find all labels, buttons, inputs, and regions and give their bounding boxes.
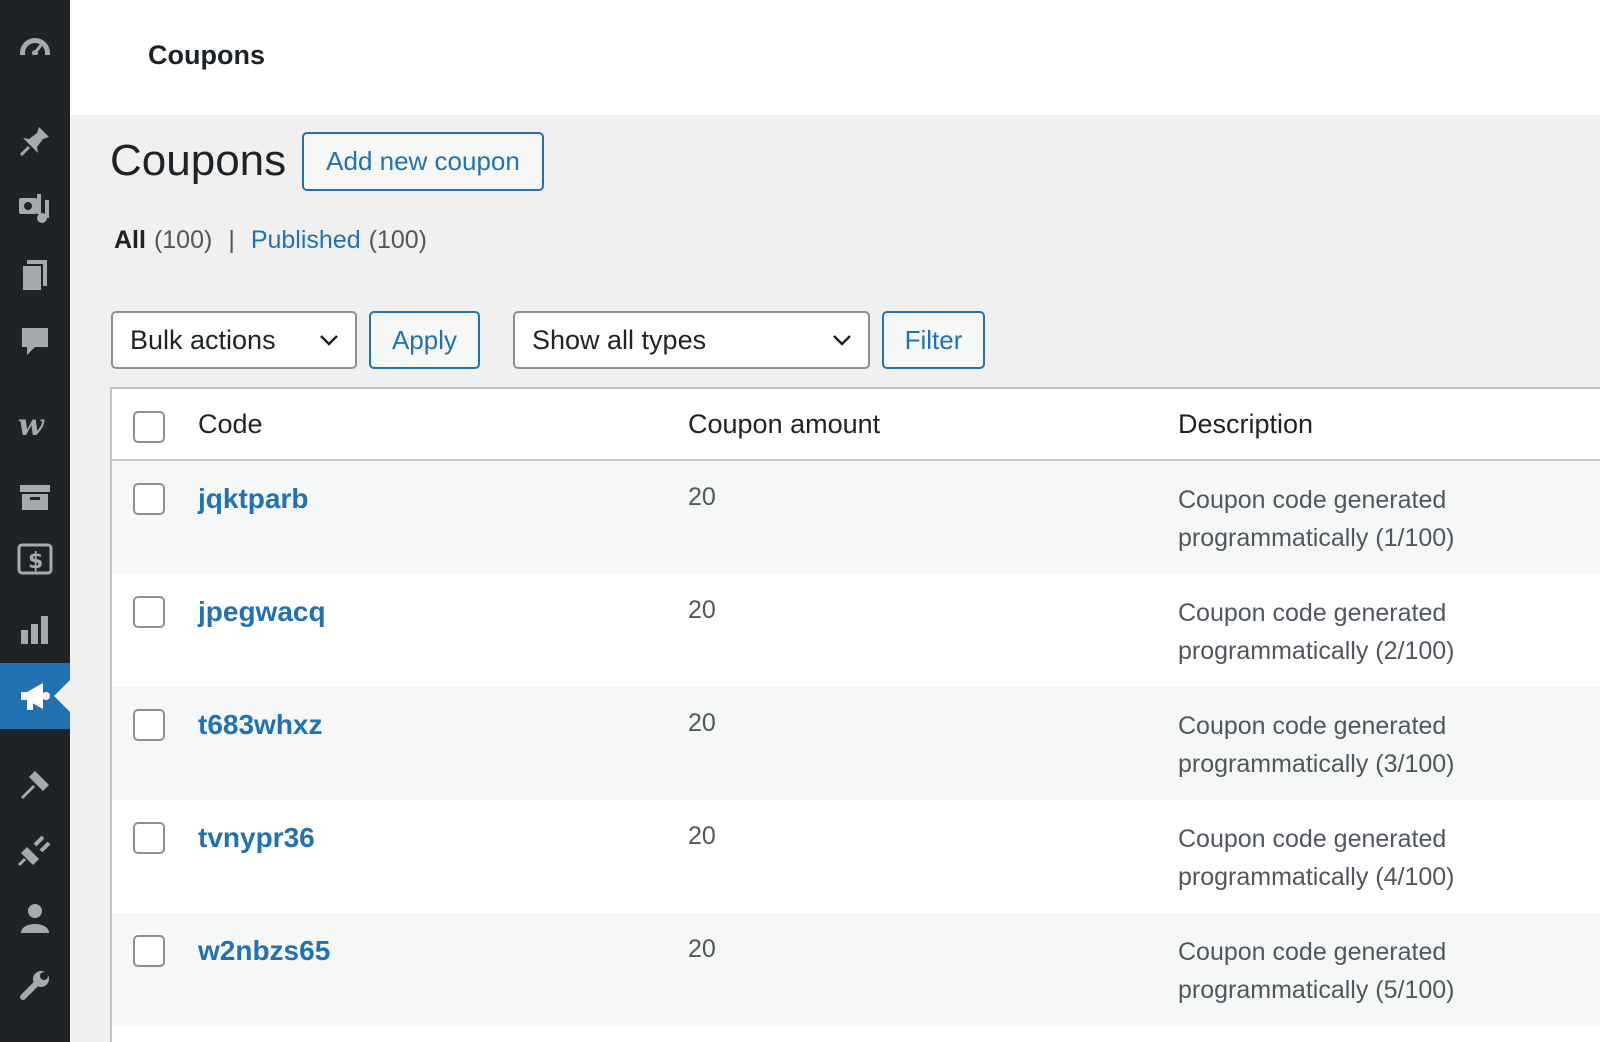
coupon-description: Coupon code generated programmatically (… [1178, 707, 1538, 783]
table-header: Code Coupon amount Description [112, 389, 1600, 461]
coupon-description: Coupon code generated programmatically (… [1178, 933, 1538, 1009]
view-published-count: (100) [368, 226, 428, 254]
svg-text:$: $ [28, 549, 43, 574]
tools-icon[interactable] [0, 952, 70, 1018]
table-row: t683whxz 20 Coupon code generated progra… [112, 687, 1600, 800]
coupon-code-link[interactable]: jpegwacq [198, 596, 326, 628]
coupon-description: Coupon code generated programmatically (… [1178, 594, 1538, 670]
coupon-code-link[interactable]: t683whxz [198, 709, 323, 741]
media-icon[interactable] [0, 175, 70, 241]
dashboard-icon[interactable] [0, 20, 70, 86]
analytics-icon[interactable] [0, 597, 70, 663]
table-row: jpegwacq 20 Coupon code generated progra… [112, 574, 1600, 687]
select-all-checkbox[interactable] [133, 411, 165, 443]
column-code[interactable]: Code [198, 409, 263, 440]
marketing-icon[interactable] [0, 663, 70, 729]
coupon-description: Coupon code generated programmatically (… [1178, 820, 1538, 896]
description-line: Coupon code generated [1178, 825, 1447, 853]
admin-sidebar: w $ [0, 0, 70, 1042]
row-checkbox[interactable] [133, 483, 165, 515]
view-all-count: (100) [153, 226, 213, 254]
description-line: Coupon code generated [1178, 599, 1447, 627]
description-line: Coupon code generated [1178, 712, 1447, 740]
view-published-link[interactable]: Published [251, 226, 361, 255]
users-icon[interactable] [0, 885, 70, 951]
payments-icon[interactable]: $ [0, 526, 70, 592]
chevron-down-icon [320, 335, 338, 346]
header-title: Coupons [148, 40, 265, 70]
row-checkbox[interactable] [133, 935, 165, 967]
coupon-code-link[interactable]: jqktparb [198, 483, 308, 515]
row-checkbox[interactable] [133, 709, 165, 741]
page-title: Coupons [110, 136, 287, 185]
description-line: programmatically (4/100) [1178, 863, 1455, 891]
column-coupon-amount: Coupon amount [688, 409, 881, 439]
row-checkbox[interactable] [133, 822, 165, 854]
apply-button[interactable]: Apply [369, 311, 480, 369]
appearance-icon[interactable] [0, 752, 70, 818]
coupon-amount: 20 [688, 822, 716, 850]
table-row: w2nbzs65 20 Coupon code generated progra… [112, 913, 1600, 1026]
view-filters: All (100) | Published (100) [114, 226, 427, 255]
add-new-coupon-button[interactable]: Add new coupon [302, 132, 544, 191]
coupon-type-value: Show all types [532, 324, 707, 355]
description-line: Coupon code generated [1178, 938, 1447, 966]
description-line: Coupon code generated [1178, 486, 1447, 514]
filter-button[interactable]: Filter [882, 311, 985, 369]
chevron-down-icon [833, 335, 851, 346]
coupon-amount: 20 [688, 935, 716, 963]
products-icon[interactable] [0, 464, 70, 530]
plugins-icon[interactable] [0, 818, 70, 884]
description-line: programmatically (3/100) [1178, 750, 1455, 778]
coupon-code-link[interactable]: tvnypr36 [198, 822, 315, 854]
table-row: tvnypr36 20 Coupon code generated progra… [112, 800, 1600, 913]
view-separator: | [228, 226, 235, 254]
pages-icon[interactable] [0, 242, 70, 308]
description-line: programmatically (5/100) [1178, 976, 1455, 1004]
row-checkbox[interactable] [133, 596, 165, 628]
bulk-actions-value: Bulk actions [130, 324, 276, 355]
coupon-description: Coupon code generated programmatically (… [1178, 481, 1538, 557]
table-row: jqktparb 20 Coupon code generated progra… [112, 461, 1600, 574]
coupon-code-link[interactable]: w2nbzs65 [198, 935, 330, 967]
bulk-actions-select[interactable]: Bulk actions [111, 311, 357, 369]
coupon-amount: 20 [688, 596, 716, 624]
svg-text:w: w [18, 408, 45, 443]
description-line: programmatically (2/100) [1178, 637, 1455, 665]
woocommerce-icon[interactable]: w [0, 392, 70, 458]
comments-icon[interactable] [0, 308, 70, 374]
coupons-table: Code Coupon amount Description jqktparb … [110, 387, 1600, 1042]
column-description: Description [1178, 409, 1314, 439]
pin-icon[interactable] [0, 108, 70, 174]
coupon-amount: 20 [688, 483, 716, 511]
coupon-amount: 20 [688, 709, 716, 737]
coupon-type-select[interactable]: Show all types [513, 311, 870, 369]
description-line: programmatically (1/100) [1178, 524, 1455, 552]
view-all-link[interactable]: All [114, 226, 146, 255]
page-header: Coupons [70, 0, 1600, 115]
